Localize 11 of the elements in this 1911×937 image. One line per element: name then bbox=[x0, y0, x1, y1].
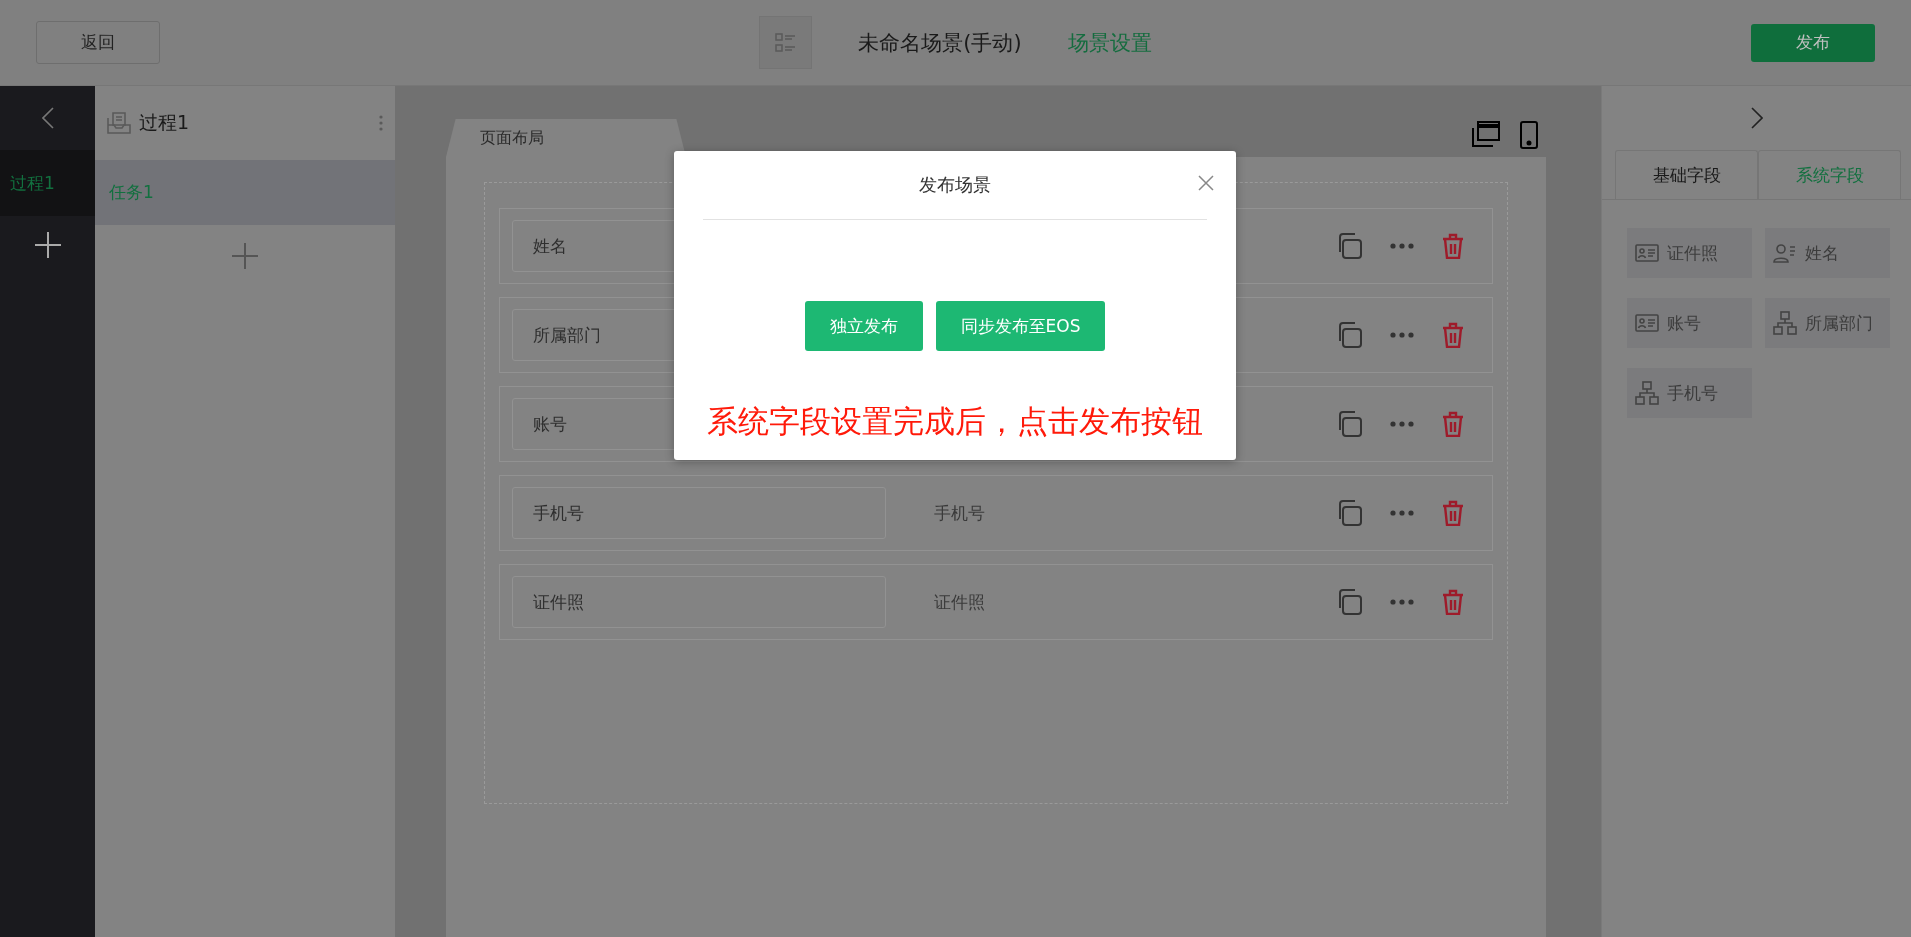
process-title: 过程1 bbox=[139, 110, 191, 135]
chip-label: 所属部门 bbox=[1805, 311, 1873, 335]
chip-label: 证件照 bbox=[1667, 241, 1718, 265]
chip-label: 账号 bbox=[1667, 311, 1701, 335]
dialog-title: 发布场景 bbox=[919, 173, 991, 197]
field-caption: 证件照 bbox=[934, 590, 985, 614]
scene-title: 未命名场景(手动) bbox=[858, 29, 1022, 57]
chip-label: 手机号 bbox=[1667, 381, 1718, 405]
instruction-note: 系统字段设置完成后，点击发布按钮 bbox=[707, 402, 1203, 441]
field-caption: 手机号 bbox=[934, 501, 985, 525]
chip-label: 姓名 bbox=[1805, 241, 1839, 265]
